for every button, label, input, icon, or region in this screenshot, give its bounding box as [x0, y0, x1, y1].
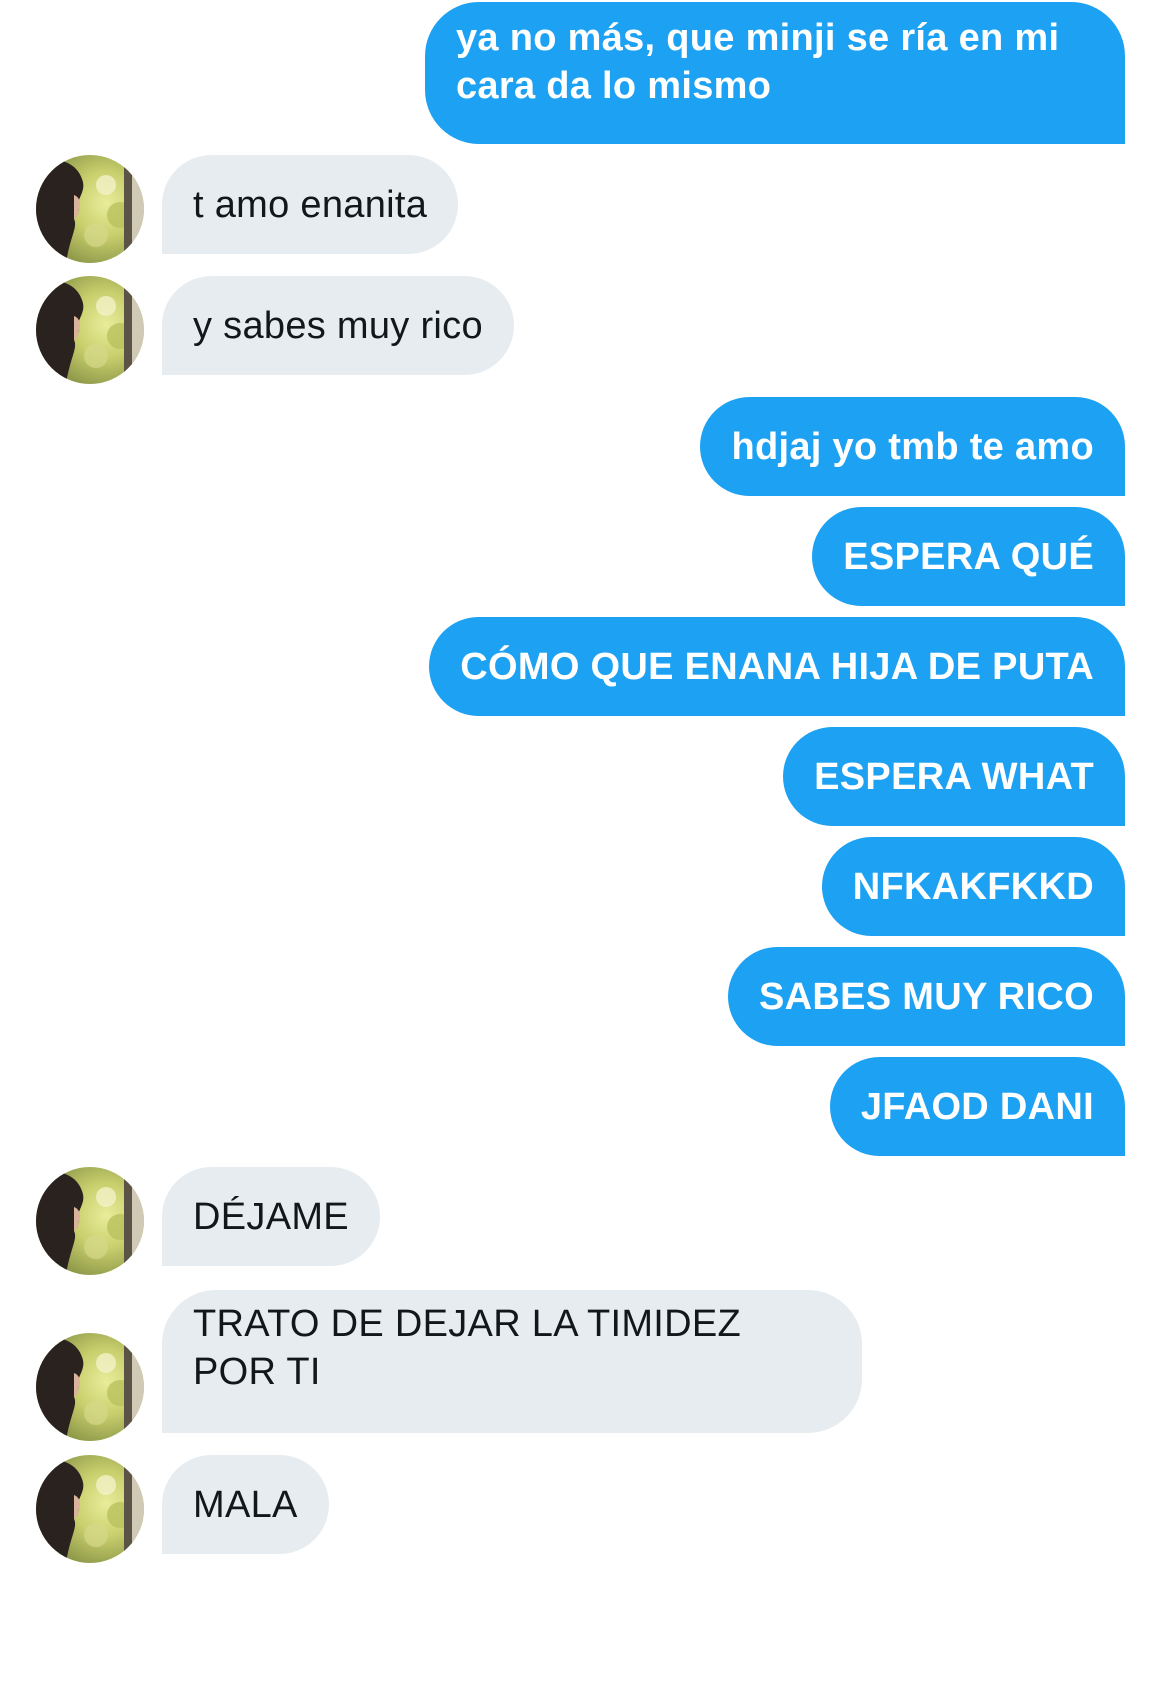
sent-message[interactable]: ESPERA QUÉ [812, 507, 1125, 606]
received-message[interactable]: DÉJAME [162, 1167, 380, 1266]
avatar-icon [36, 1455, 144, 1563]
received-message[interactable]: y sabes muy rico [162, 276, 514, 375]
sent-message[interactable]: ESPERA WHAT [783, 727, 1125, 826]
contact-avatar[interactable] [36, 1333, 144, 1441]
contact-avatar[interactable] [36, 1455, 144, 1563]
avatar-icon [36, 155, 144, 263]
sent-message[interactable]: NFKAKFKKD [821, 837, 1125, 936]
sent-message[interactable]: JFAOD DANI [829, 1057, 1125, 1156]
avatar-icon [36, 1167, 144, 1275]
received-message[interactable]: MALA [162, 1455, 329, 1554]
sent-message[interactable]: SABES MUY RICO [728, 947, 1125, 1046]
avatar-icon [36, 276, 144, 384]
received-message[interactable]: t amo enanita [162, 155, 459, 254]
contact-avatar[interactable] [36, 155, 144, 263]
contact-avatar[interactable] [36, 1167, 144, 1275]
sent-message[interactable]: CÓMO QUE ENANA HIJA DE PUTA [429, 617, 1125, 716]
received-message[interactable]: TRATO DE DEJAR LA TIMIDEZ POR TI [162, 1290, 862, 1433]
sent-message[interactable]: hdjaj yo tmb te amo [700, 397, 1125, 496]
avatar-icon [36, 1333, 144, 1441]
sent-message[interactable]: ya no más, que minji se ría en mi cara d… [425, 2, 1125, 144]
contact-avatar[interactable] [36, 276, 144, 384]
